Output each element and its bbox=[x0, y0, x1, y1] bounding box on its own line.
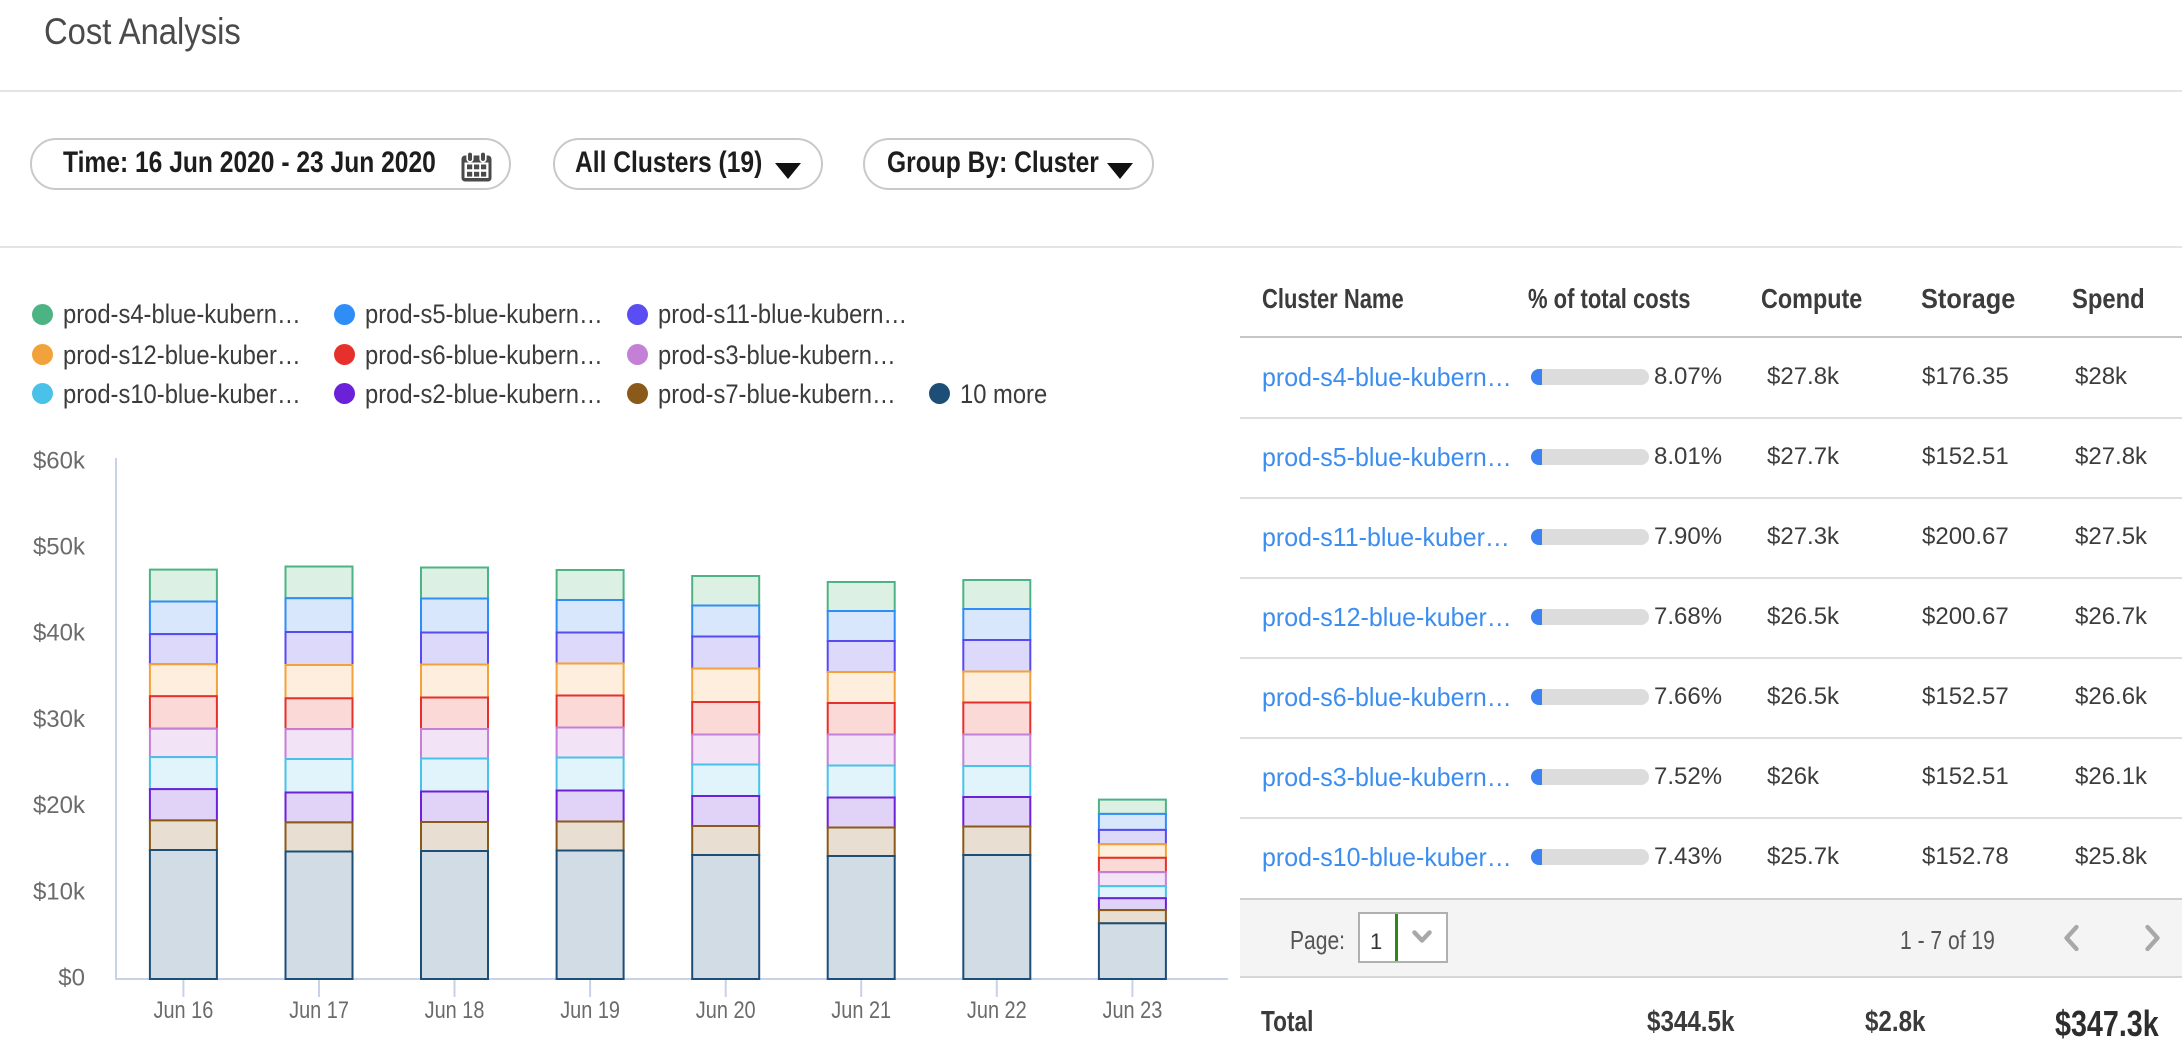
svg-text:$30k: $30k bbox=[33, 706, 86, 733]
svg-text:$20k: $20k bbox=[33, 792, 86, 819]
svg-text:Jun 23: Jun 23 bbox=[1103, 996, 1163, 1023]
svg-text:Jun 22: Jun 22 bbox=[967, 996, 1027, 1023]
svg-text:Jun 18: Jun 18 bbox=[425, 996, 485, 1023]
svg-text:$60k: $60k bbox=[33, 447, 86, 474]
svg-text:Jun 21: Jun 21 bbox=[831, 996, 891, 1023]
svg-text:Jun 20: Jun 20 bbox=[696, 996, 756, 1023]
svg-text:$50k: $50k bbox=[33, 534, 86, 561]
svg-text:$40k: $40k bbox=[33, 620, 86, 647]
svg-text:$10k: $10k bbox=[33, 878, 86, 905]
svg-text:Jun 17: Jun 17 bbox=[289, 996, 349, 1023]
svg-text:Jun 16: Jun 16 bbox=[154, 996, 214, 1023]
svg-text:$0: $0 bbox=[58, 965, 85, 992]
svg-text:Jun 19: Jun 19 bbox=[560, 996, 620, 1023]
